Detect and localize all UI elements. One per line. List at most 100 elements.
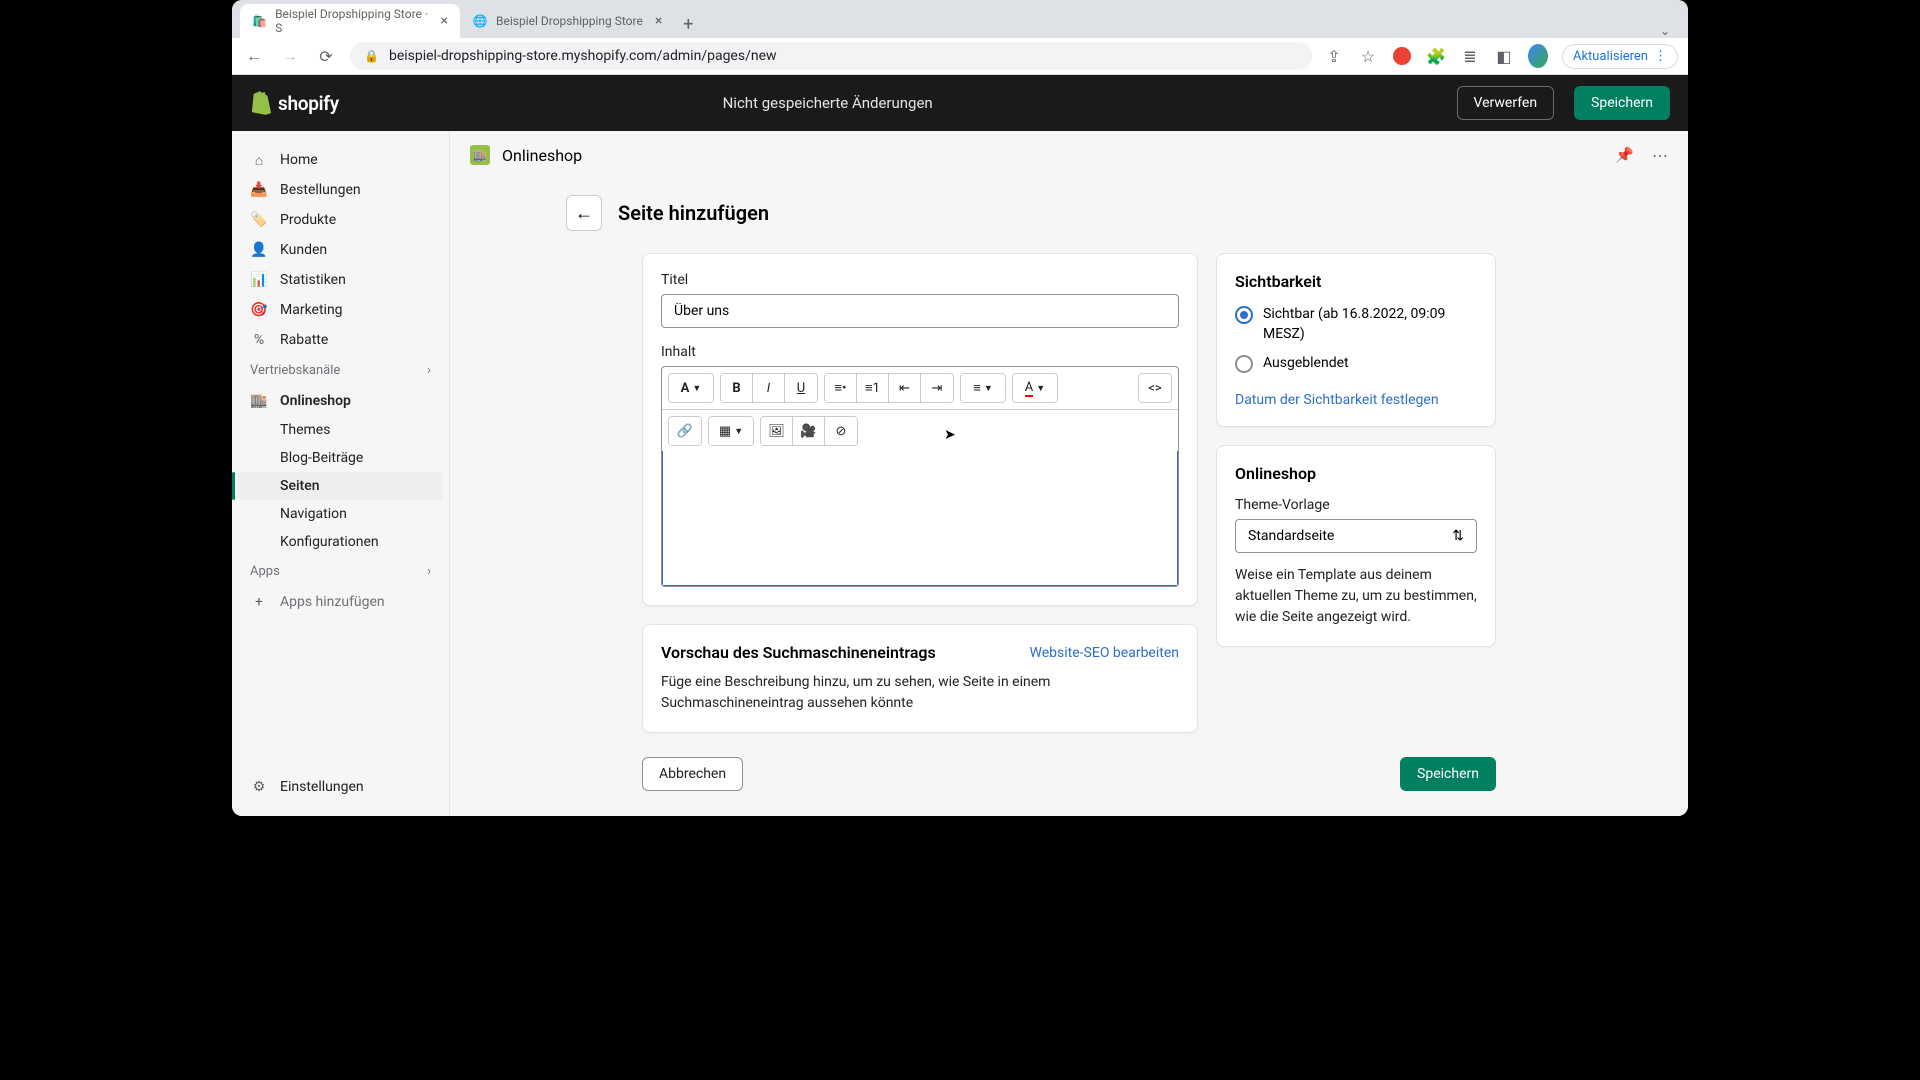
url-text: beispiel-dropshipping-store.myshopify.co… bbox=[389, 48, 777, 64]
onlinestore-icon: 🏬 bbox=[470, 145, 490, 165]
forward-icon[interactable]: → bbox=[278, 44, 302, 68]
sidebar-item-products[interactable]: 🏷️Produkte bbox=[232, 205, 449, 235]
card-content: Titel Inhalt A▼ B I bbox=[642, 253, 1198, 606]
share-icon[interactable]: ⇪ bbox=[1324, 46, 1344, 66]
url-input[interactable]: 🔒 beispiel-dropshipping-store.myshopify.… bbox=[350, 42, 1312, 70]
underline-button[interactable]: U bbox=[785, 374, 817, 402]
html-button[interactable]: <> bbox=[1139, 374, 1171, 402]
sidebar-item-discounts[interactable]: %Rabatte bbox=[232, 325, 449, 355]
star-icon[interactable]: ☆ bbox=[1358, 46, 1378, 66]
browser-tab-strip: 🛍️ Beispiel Dropshipping Store · S × 🌐 B… bbox=[232, 0, 1688, 38]
video-button[interactable]: 🎥 bbox=[793, 417, 825, 445]
app-top-bar: shopify Nicht gespeicherte Änderungen Ve… bbox=[232, 75, 1688, 131]
extensions-icon[interactable]: 🧩 bbox=[1426, 46, 1446, 66]
page-title: Seite hinzufügen bbox=[618, 201, 769, 225]
template-heading: Onlineshop bbox=[1235, 464, 1477, 483]
chevron-right-icon[interactable]: › bbox=[427, 564, 431, 579]
tabs-dropdown-icon[interactable]: ⌄ bbox=[1650, 24, 1680, 38]
radio-icon bbox=[1235, 355, 1253, 373]
sidebar-item-analytics[interactable]: 📊Statistiken bbox=[232, 265, 449, 295]
extension-red-icon[interactable] bbox=[1392, 46, 1412, 66]
template-select[interactable]: Standardseite ⇅ bbox=[1235, 519, 1477, 553]
sidebar-sub-blog[interactable]: Blog-Beiträge bbox=[232, 444, 449, 472]
close-icon[interactable]: × bbox=[655, 13, 662, 29]
table-dropdown[interactable]: ▦▼ bbox=[709, 417, 753, 445]
select-caret-icon: ⇅ bbox=[1452, 528, 1464, 544]
sidebar-item-orders[interactable]: 📥Bestellungen bbox=[232, 175, 449, 205]
link-button[interactable]: 🔗 bbox=[669, 417, 701, 445]
format-dropdown[interactable]: A▼ bbox=[669, 374, 713, 402]
sidebar-section-channels: Vertriebskanäle › bbox=[232, 355, 449, 386]
sidebar-sub-themes[interactable]: Themes bbox=[232, 416, 449, 444]
save-button-top[interactable]: Speichern bbox=[1574, 86, 1670, 120]
sidebar-section-apps: Apps › bbox=[232, 556, 449, 587]
sidebar-sub-navigation[interactable]: Navigation bbox=[232, 500, 449, 528]
sidebar-item-add-apps[interactable]: +Apps hinzufügen bbox=[232, 587, 449, 617]
plus-icon: + bbox=[250, 593, 268, 611]
seo-edit-link[interactable]: Website-SEO bearbeiten bbox=[1030, 645, 1179, 661]
favicon-icon: 🌐 bbox=[472, 13, 488, 29]
number-list-button[interactable]: ≡1 bbox=[857, 374, 889, 402]
radio-hidden[interactable]: Ausgeblendet bbox=[1235, 354, 1477, 374]
bullet-list-button[interactable]: ≡• bbox=[825, 374, 857, 402]
tag-icon: 🏷️ bbox=[250, 211, 268, 229]
outdent-button[interactable]: ⇤ bbox=[889, 374, 921, 402]
radio-visible[interactable]: Sichtbar (ab 16.8.2022, 09:09 MESZ) bbox=[1235, 305, 1477, 344]
save-button-bottom[interactable]: Speichern bbox=[1400, 757, 1496, 791]
close-icon[interactable]: × bbox=[441, 13, 448, 29]
chevron-right-icon[interactable]: › bbox=[427, 363, 431, 378]
profile-avatar[interactable] bbox=[1528, 46, 1548, 66]
card-template: Onlineshop Theme-Vorlage Standardseite ⇅… bbox=[1216, 445, 1496, 647]
cancel-button[interactable]: Abbrechen bbox=[642, 757, 743, 791]
panel-icon[interactable]: ◧ bbox=[1494, 46, 1514, 66]
title-label: Titel bbox=[661, 272, 1179, 288]
channel-name: Onlineshop bbox=[502, 146, 582, 165]
kebab-icon: ⋮ bbox=[1654, 49, 1667, 64]
reload-icon[interactable]: ⟳ bbox=[314, 44, 338, 68]
align-dropdown[interactable]: ≡▼ bbox=[961, 374, 1005, 402]
back-icon[interactable]: ← bbox=[242, 44, 266, 68]
browser-tab-active[interactable]: 🛍️ Beispiel Dropshipping Store · S × bbox=[240, 4, 460, 38]
title-input[interactable] bbox=[661, 294, 1179, 328]
home-icon: ⌂ bbox=[250, 151, 268, 169]
page-actions: Abbrechen Speichern bbox=[642, 751, 1496, 791]
back-button[interactable]: ← bbox=[566, 195, 602, 231]
color-dropdown[interactable]: A▼ bbox=[1013, 374, 1057, 402]
bold-button[interactable]: B bbox=[721, 374, 753, 402]
clear-format-button[interactable]: ⊘ bbox=[825, 417, 857, 445]
reading-list-icon[interactable]: ≣ bbox=[1460, 46, 1480, 66]
chart-icon: 📊 bbox=[250, 271, 268, 289]
sidebar-sub-pages[interactable]: Seiten bbox=[238, 472, 443, 500]
new-tab-button[interactable]: + bbox=[674, 10, 702, 38]
sidebar-item-home[interactable]: ⌂Home bbox=[232, 145, 449, 175]
card-visibility: Sichtbarkeit Sichtbar (ab 16.8.2022, 09:… bbox=[1216, 253, 1496, 427]
more-icon[interactable]: ⋯ bbox=[1652, 146, 1668, 165]
seo-heading: Vorschau des Suchmaschineneintrags bbox=[661, 643, 936, 662]
card-seo: Vorschau des Suchmaschineneintrags Websi… bbox=[642, 624, 1198, 733]
indent-button[interactable]: ⇥ bbox=[921, 374, 953, 402]
main-content: 🏬 Onlineshop 📌 ⋯ ← Seite hinzufügen Ti bbox=[450, 131, 1688, 816]
image-button[interactable]: 🖼 bbox=[761, 417, 793, 445]
page-header: 🏬 Onlineshop 📌 ⋯ bbox=[450, 131, 1688, 179]
browser-tab[interactable]: 🌐 Beispiel Dropshipping Store × bbox=[460, 4, 674, 38]
browser-update-button[interactable]: Aktualisieren ⋮ bbox=[1562, 44, 1678, 69]
sidebar-item-onlinestore[interactable]: 🏬Onlineshop bbox=[232, 386, 449, 416]
update-label: Aktualisieren bbox=[1573, 49, 1648, 64]
sidebar-item-settings[interactable]: ⚙Einstellungen bbox=[232, 772, 449, 802]
visibility-heading: Sichtbarkeit bbox=[1235, 272, 1477, 291]
address-bar: ← → ⟳ 🔒 beispiel-dropshipping-store.mysh… bbox=[232, 38, 1688, 75]
sidebar-item-customers[interactable]: 👤Kunden bbox=[232, 235, 449, 265]
tab-title: Beispiel Dropshipping Store bbox=[496, 14, 643, 28]
orders-icon: 📥 bbox=[250, 181, 268, 199]
unsaved-changes-message: Nicht gespeicherte Änderungen bbox=[232, 94, 1437, 112]
sidebar-sub-prefs[interactable]: Konfigurationen bbox=[232, 528, 449, 556]
discard-button[interactable]: Verwerfen bbox=[1457, 86, 1555, 120]
rte-toolbar-row-2: 🔗 ▦▼ 🖼 🎥 ⊘ bbox=[662, 410, 1178, 452]
italic-button[interactable]: I bbox=[753, 374, 785, 402]
seo-description: Füge eine Beschreibung hinzu, um zu sehe… bbox=[661, 672, 1179, 714]
pin-icon[interactable]: 📌 bbox=[1615, 146, 1634, 165]
sidebar-item-marketing[interactable]: 🎯Marketing bbox=[232, 295, 449, 325]
user-icon: 👤 bbox=[250, 241, 268, 259]
set-visibility-date-link[interactable]: Datum der Sichtbarkeit festlegen bbox=[1235, 392, 1439, 408]
content-textarea[interactable] bbox=[661, 451, 1179, 587]
